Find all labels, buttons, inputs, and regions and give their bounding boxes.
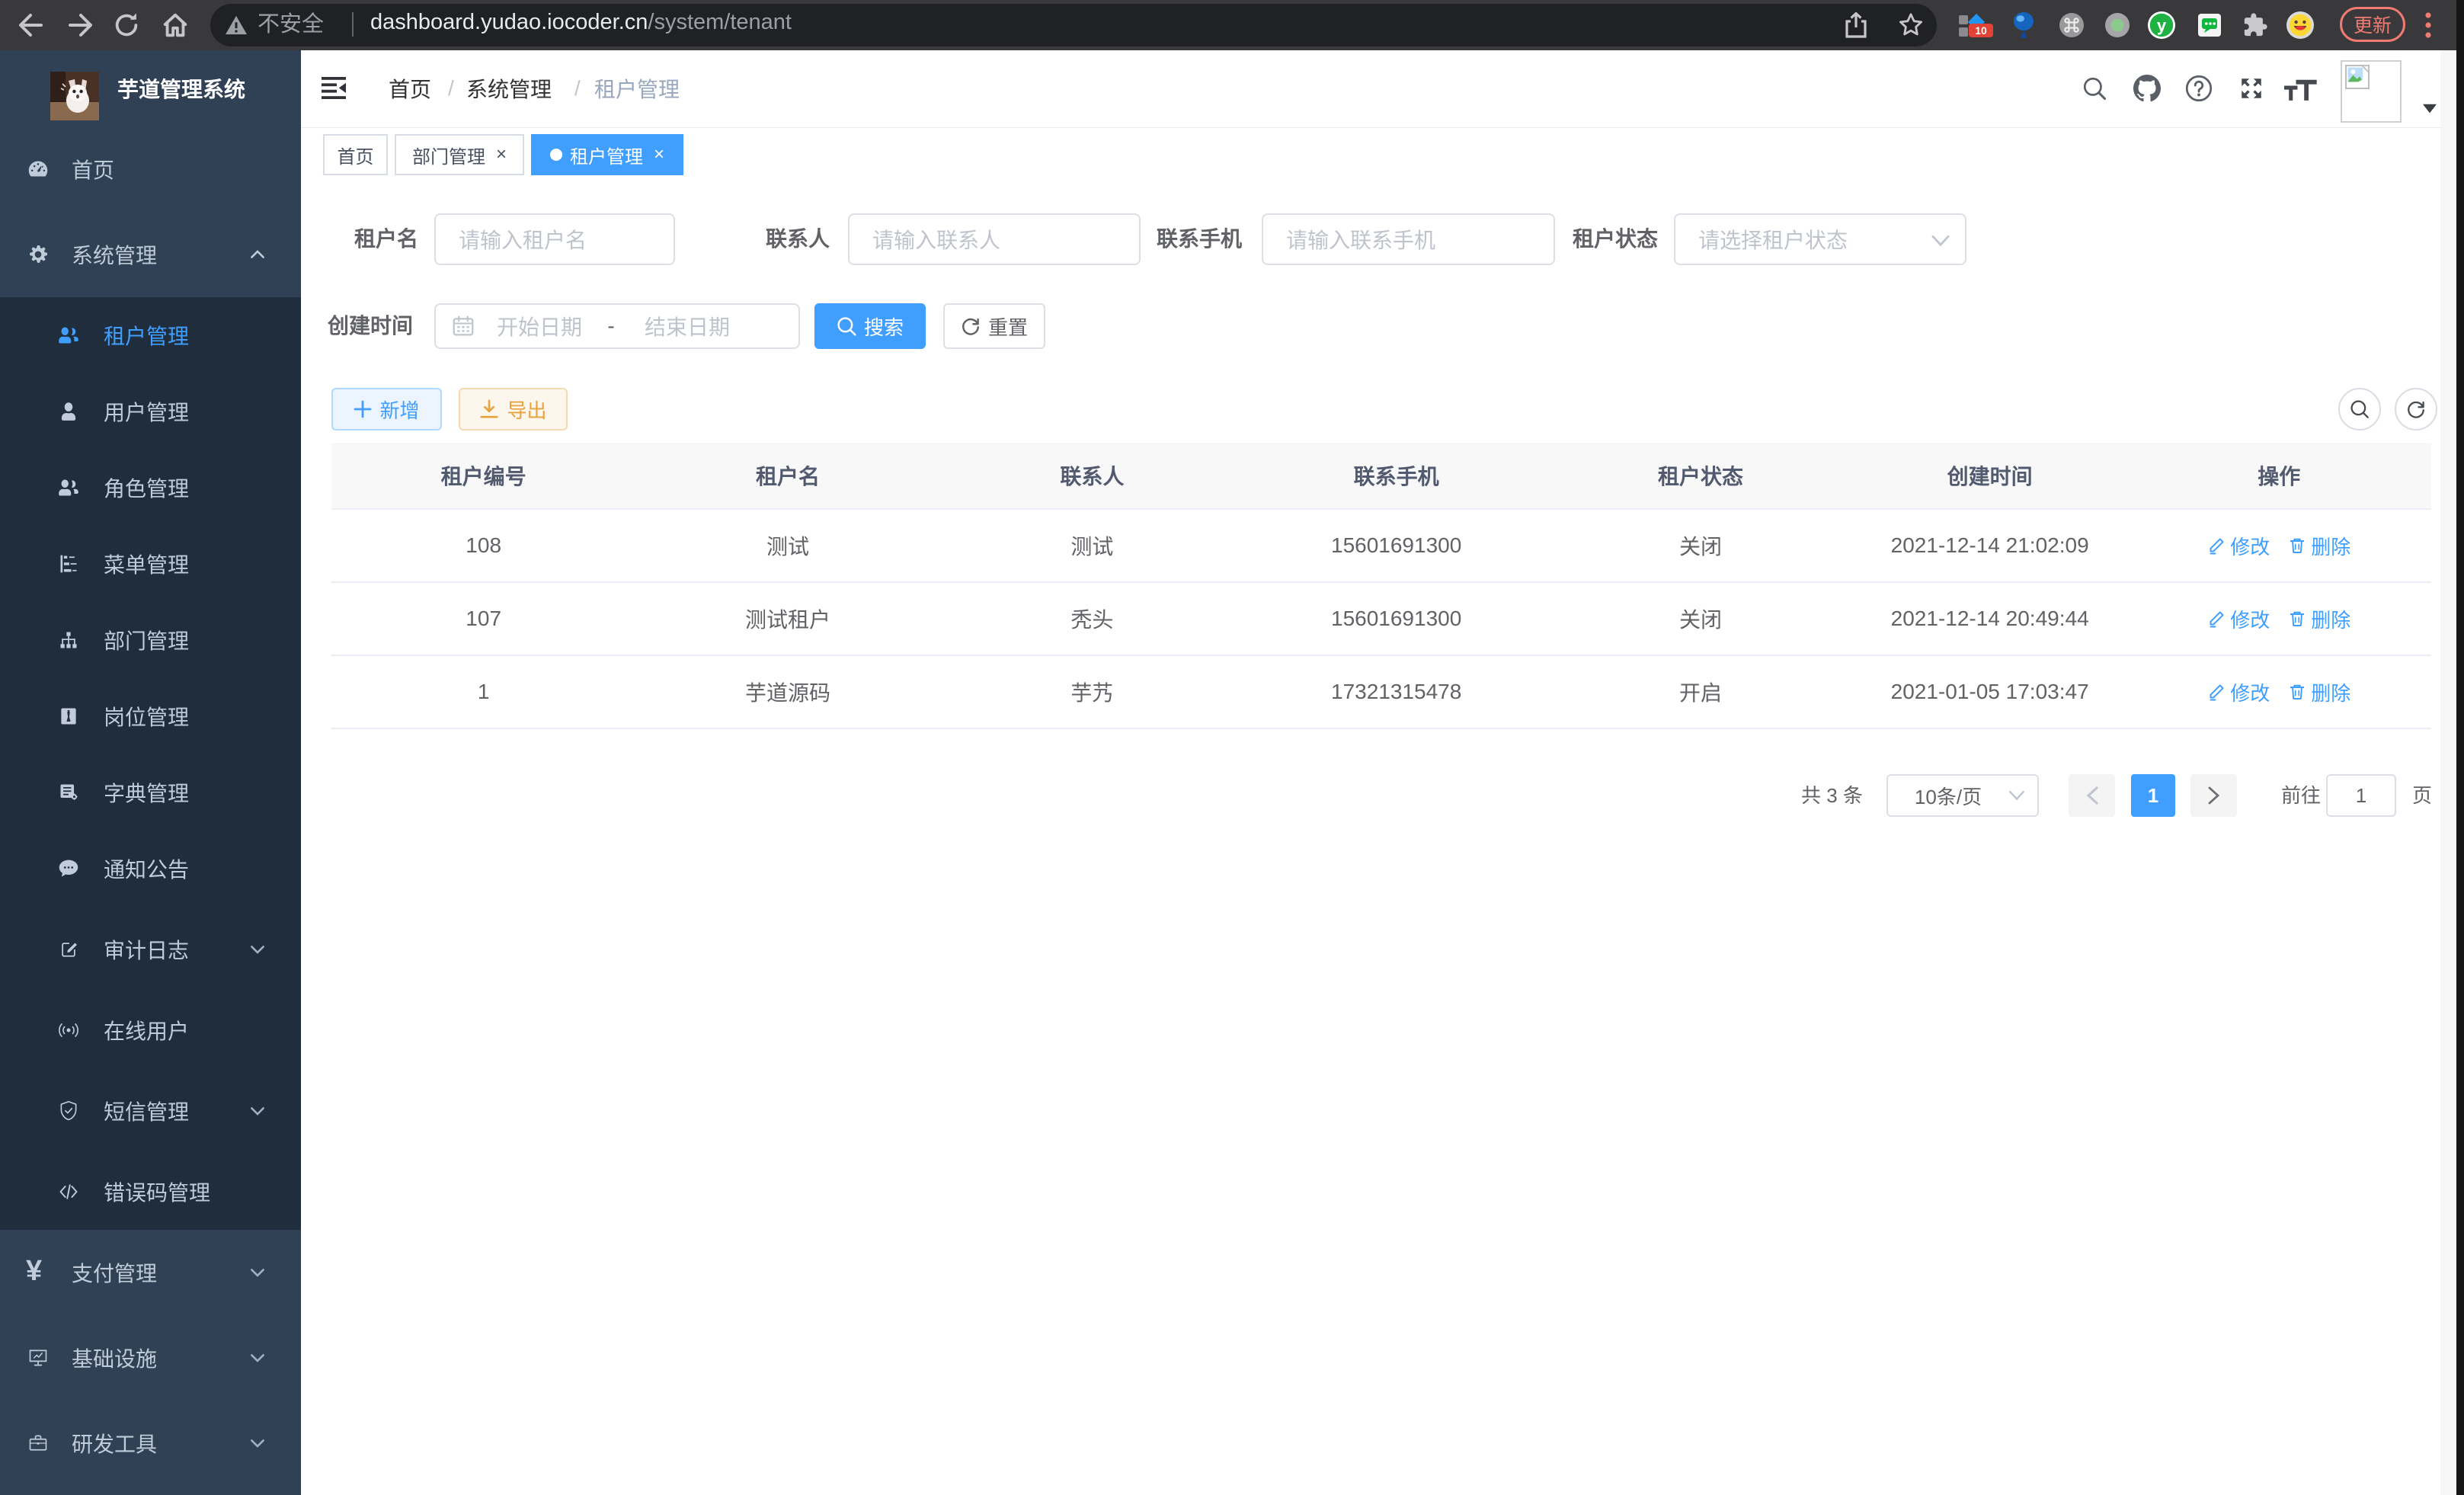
svg-text:y: y [2157,16,2167,35]
